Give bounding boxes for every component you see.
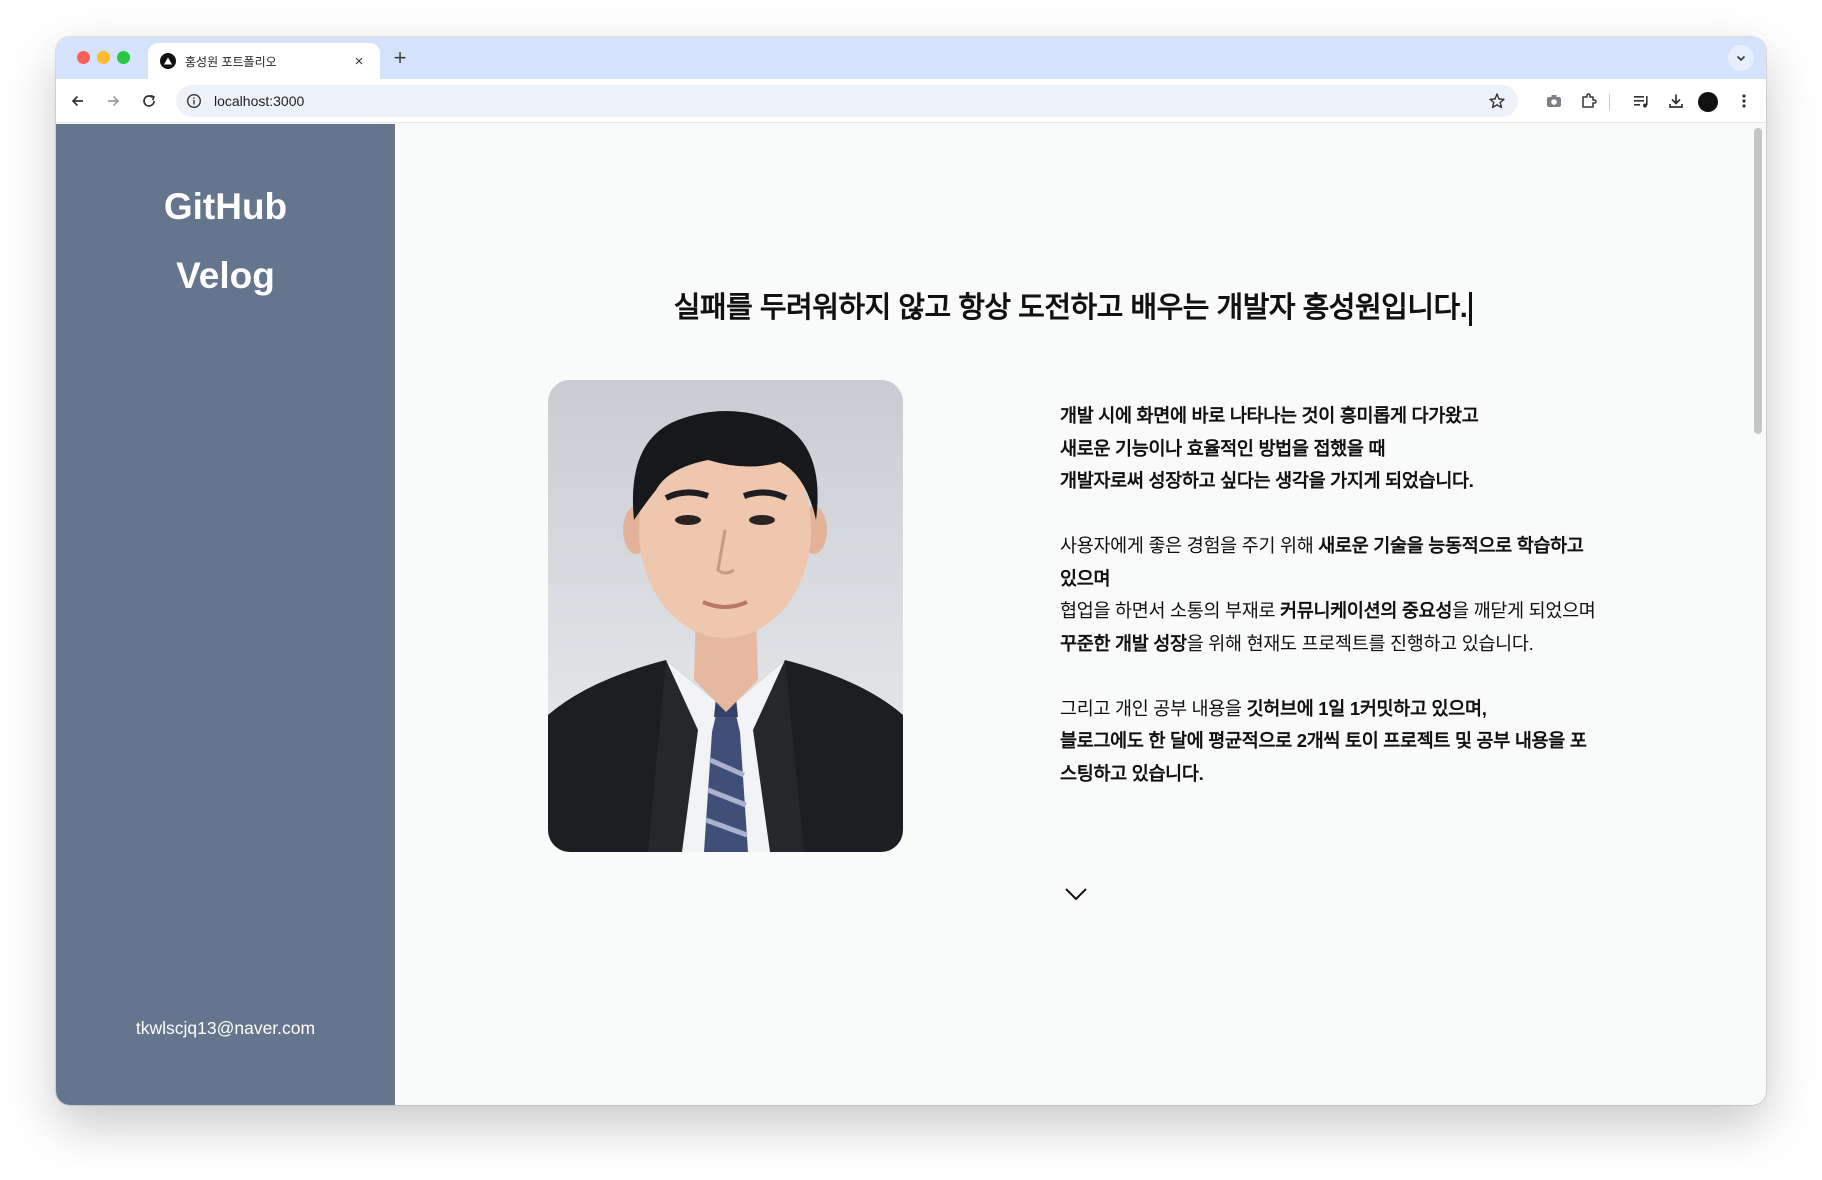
intro-line: 개발자로써 성장하고 싶다는 생각을 가지게 되었습니다. [1060, 470, 1474, 491]
camera-icon[interactable] [1543, 90, 1565, 112]
page-headline: 실패를 두려워하지 않고 항상 도전하고 배우는 개발자 홍성원입니다. [395, 284, 1751, 327]
intro-paragraph-3: 그리고 개인 공부 내용을 깃허브에 1일 1커밋하고 있으며, 블로그에도 한… [1060, 693, 1600, 791]
bookmark-star-icon[interactable] [1488, 92, 1506, 110]
browser-tab[interactable]: 홍성원 포트폴리오 × [148, 43, 380, 79]
new-tab-button[interactable]: + [388, 46, 412, 70]
page-scrollbar[interactable] [1754, 128, 1762, 434]
intro-line: 새로운 기능이나 효율적인 방법을 접했을 때 [1060, 437, 1386, 459]
close-window-button[interactable] [77, 51, 90, 64]
velog-link[interactable]: Velog [56, 255, 395, 297]
intro-highlight: 블로그에도 한 달에 평균적으로 2개씩 토이 프로젝트 및 공부 내용을 포스… [1060, 730, 1587, 784]
triangle-favicon-icon [160, 53, 176, 69]
site-info-icon[interactable] [186, 93, 202, 109]
github-link[interactable]: GitHub [56, 186, 395, 228]
main-content: 실패를 두려워하지 않고 항상 도전하고 배우는 개발자 홍성원입니다. 개발 … [395, 124, 1766, 1105]
typing-caret [1469, 292, 1473, 327]
intro-paragraph-1: 개발 시에 화면에 바로 나타나는 것이 흥미롭게 다가왔고 새로운 기능이나 … [1060, 400, 1600, 498]
title-bar: 홍성원 포트폴리오 × + [56, 37, 1766, 79]
tab-search-icon[interactable] [1728, 45, 1754, 71]
forward-arrow-icon[interactable] [101, 89, 125, 113]
tab-close-icon[interactable]: × [350, 53, 368, 70]
back-arrow-icon[interactable] [66, 89, 90, 113]
intro-highlight: 깃허브에 1일 1커밋하고 있으며, [1246, 697, 1487, 719]
headline-text: 실패를 두려워하지 않고 항상 도전하고 배우는 개발자 홍성원입니다. [673, 292, 1468, 324]
browser-window: 홍성원 포트폴리오 × + localhost:3000 GitHub Velo… [56, 37, 1766, 1105]
intro-highlight: 꾸준한 개발 성장 [1060, 632, 1187, 654]
reload-icon[interactable] [137, 89, 161, 113]
profile-avatar[interactable] [1698, 92, 1718, 112]
download-icon[interactable] [1665, 90, 1687, 112]
intro-text-segment: 을 위해 현재도 프로젝트를 진행하고 있습니다. [1186, 632, 1534, 654]
url-text[interactable]: localhost:3000 [214, 93, 304, 109]
sidebar: GitHub Velog tkwlscjq13@naver.com [56, 124, 395, 1105]
intro-text-segment: 사용자에게 좋은 경험을 주기 위해 [1060, 535, 1319, 556]
intro-highlight: 커뮤니케이션의 중요성 [1280, 600, 1453, 621]
maximize-window-button[interactable] [117, 51, 130, 64]
contact-email: tkwlscjq13@naver.com [135, 1018, 316, 1038]
intro-paragraph-2: 사용자에게 좋은 경험을 주기 위해 새로운 기술을 능동적으로 학습하고 있으… [1060, 530, 1600, 660]
minimize-window-button[interactable] [97, 51, 110, 64]
intro-text-segment: 협업을 하면서 소통의 부재로 [1060, 600, 1281, 621]
tab-title: 홍성원 포트폴리오 [185, 54, 277, 69]
intro-text: 개발 시에 화면에 바로 나타나는 것이 흥미롭게 다가왔고 새로운 기능이나 … [1060, 400, 1600, 823]
chevron-down-icon[interactable] [1064, 886, 1088, 902]
profile-photo [548, 380, 903, 852]
address-bar[interactable]: localhost:3000 [176, 85, 1518, 117]
intro-text-segment: 을 깨닫게 되었으며 [1452, 600, 1596, 621]
browser-toolbar: localhost:3000 [56, 79, 1766, 123]
toolbar-divider [1609, 94, 1610, 110]
intro-line: 개발 시에 화면에 바로 나타나는 것이 흥미롭게 다가왔고 [1060, 405, 1479, 426]
more-menu-icon[interactable] [1733, 90, 1755, 112]
intro-text-segment: 그리고 개인 공부 내용을 [1060, 697, 1247, 719]
media-controls-icon[interactable] [1631, 90, 1653, 112]
extensions-icon[interactable] [1578, 90, 1600, 112]
profile-photo-illustration [548, 380, 903, 852]
